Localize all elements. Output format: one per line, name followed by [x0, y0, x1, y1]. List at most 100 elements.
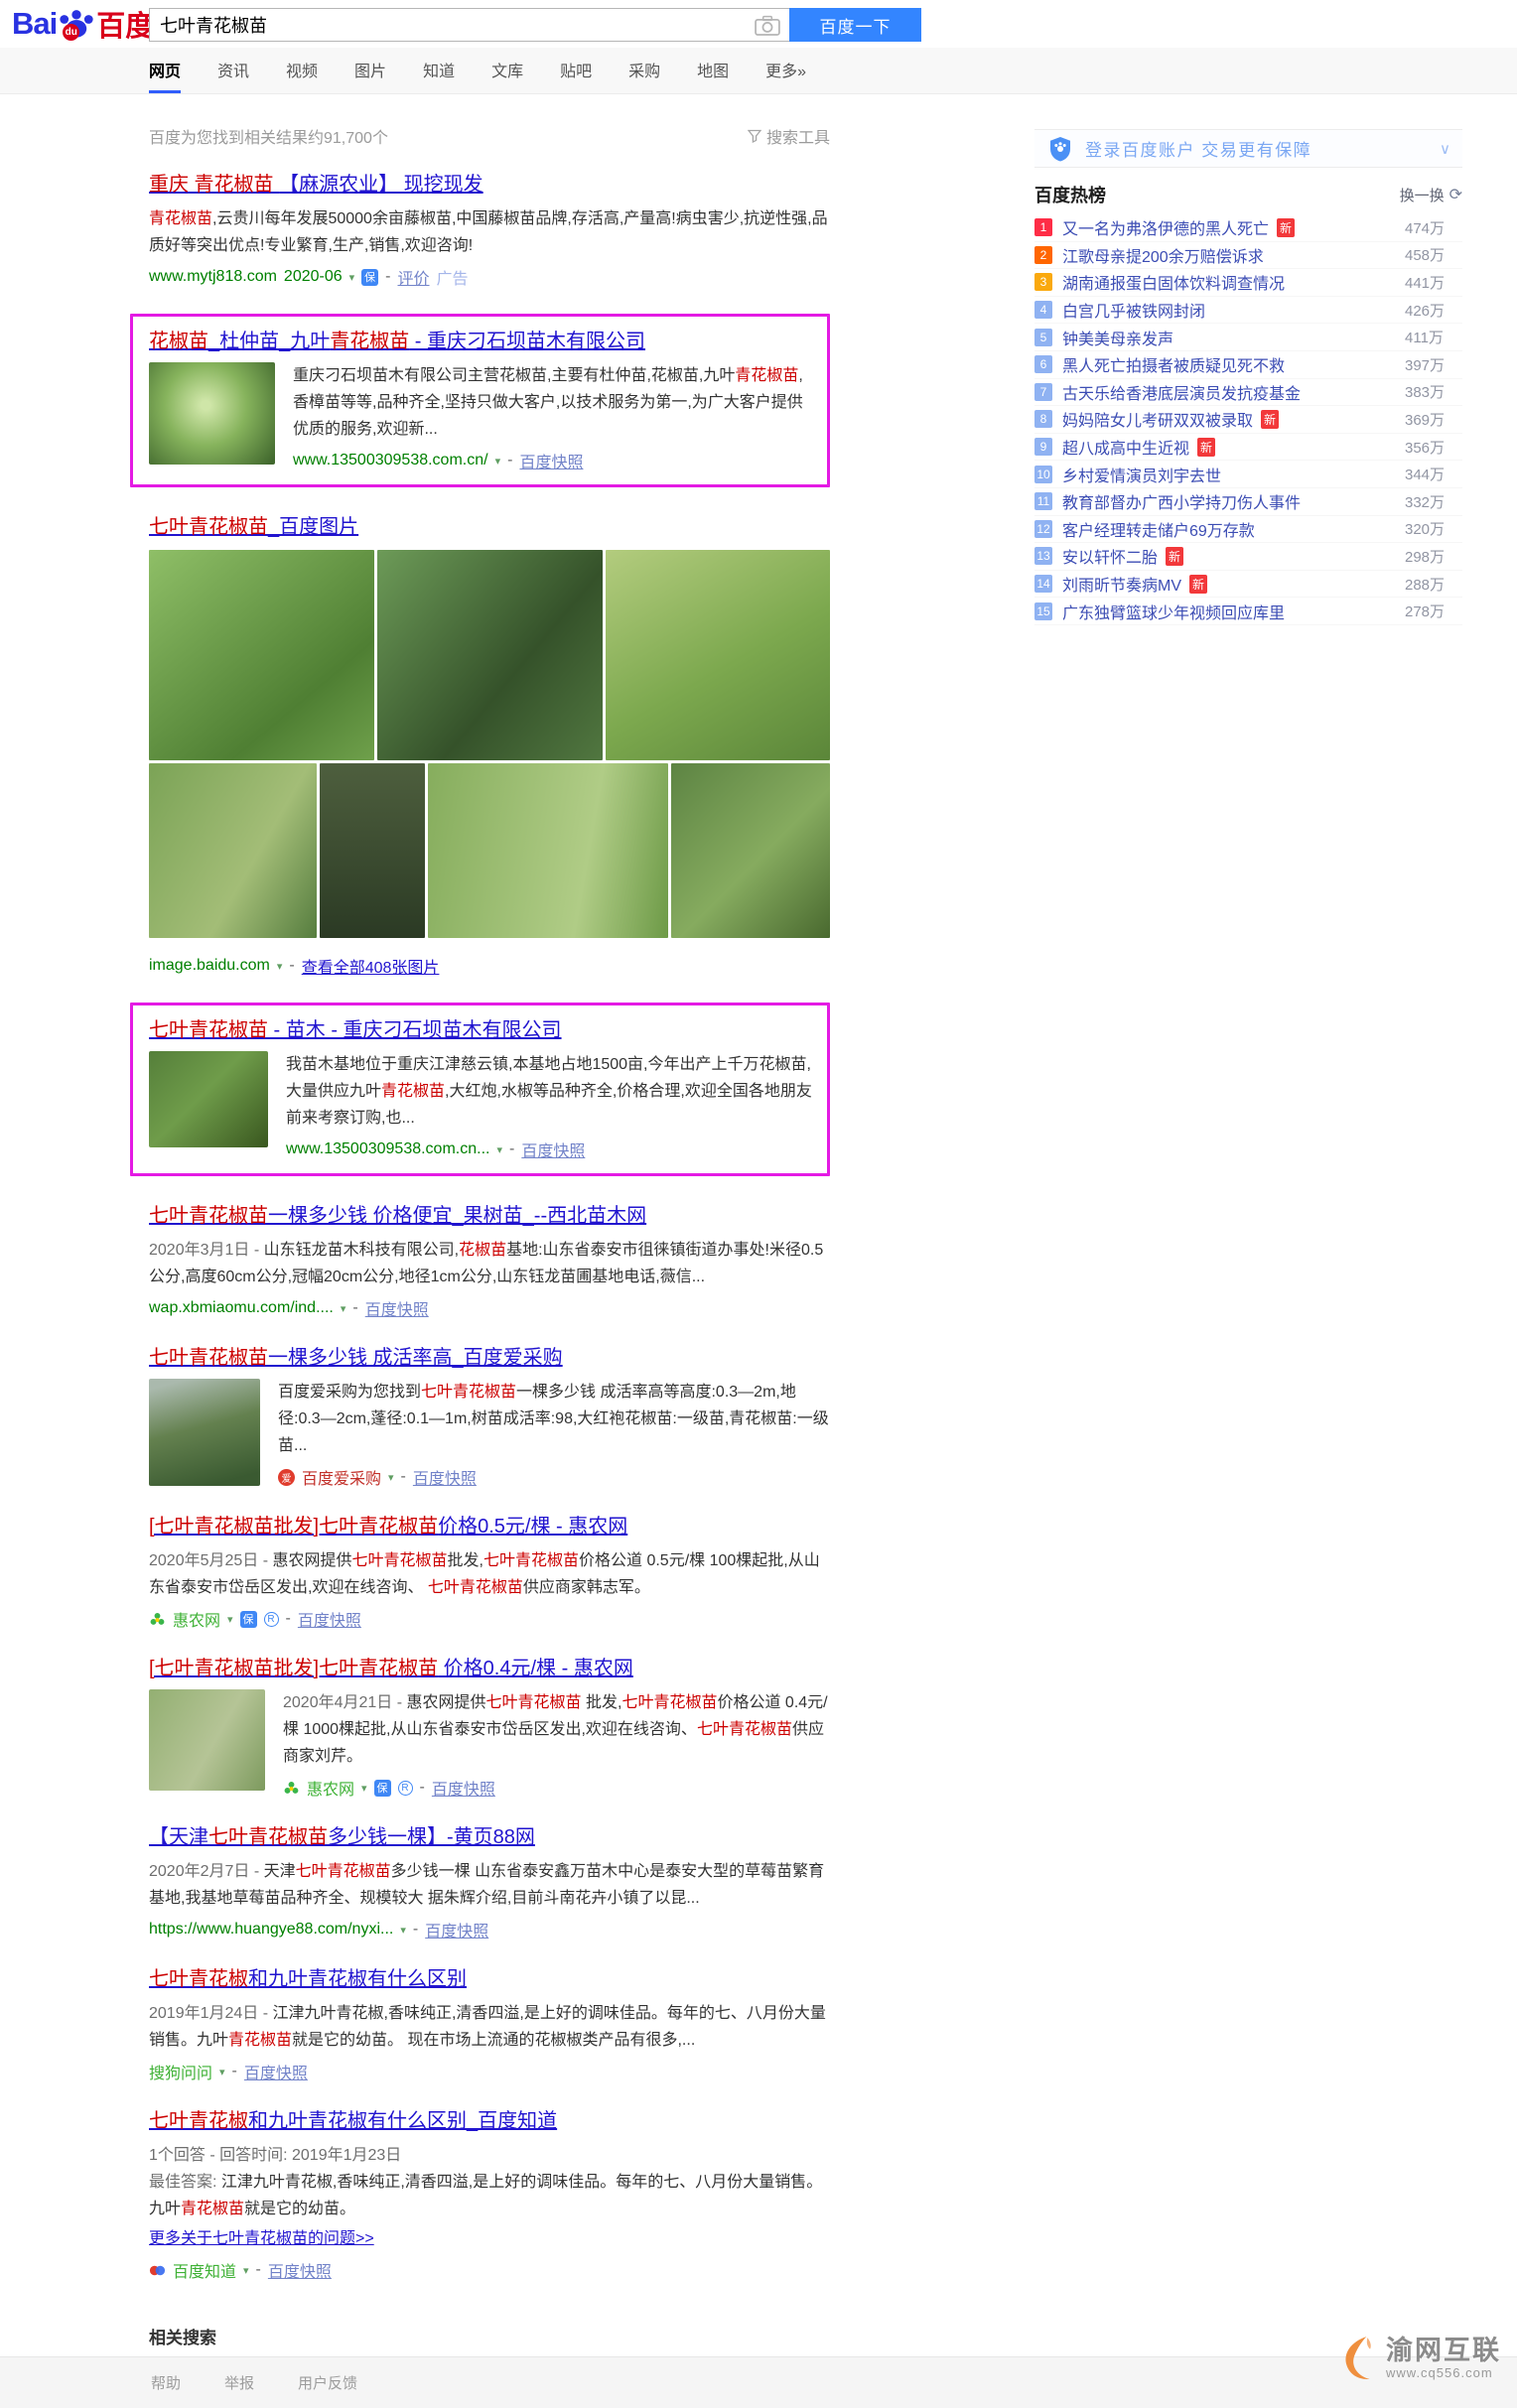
hot-item-count: 458万: [1405, 247, 1446, 265]
hot-item-link[interactable]: 安以轩怀二胎: [1062, 544, 1158, 568]
tab-1[interactable]: 资讯: [217, 58, 249, 93]
dropdown-arrow-icon[interactable]: ▾: [227, 1613, 233, 1626]
baidu-snapshot-link[interactable]: 百度快照: [365, 1296, 429, 1320]
hot-list-item[interactable]: 10 乡村爱情演员刘宇去世 344万: [1034, 461, 1462, 488]
login-banner[interactable]: 登录百度账户 交易更有保障 ∨: [1034, 129, 1462, 168]
hot-item-link[interactable]: 黑人死亡拍摄者被质疑见死不救: [1062, 352, 1285, 376]
image-grid-thumbnail[interactable]: [606, 550, 830, 760]
footer-link[interactable]: 举报: [224, 2372, 254, 2393]
footer-link[interactable]: 帮助: [151, 2372, 181, 2393]
hot-list-item[interactable]: 13 安以轩怀二胎新 298万: [1034, 543, 1462, 571]
hot-item-link[interactable]: 江歌母亲提200余万赔偿诉求: [1062, 243, 1264, 267]
baidu-snapshot-link[interactable]: 评价: [398, 265, 430, 289]
dropdown-arrow-icon[interactable]: ▾: [400, 1924, 406, 1937]
more-questions-link[interactable]: 更多关于七叶青花椒苗的问题>>: [149, 2225, 374, 2252]
search-input[interactable]: [150, 9, 789, 41]
baidu-snapshot-link[interactable]: 百度快照: [519, 449, 583, 472]
dropdown-arrow-icon[interactable]: ▾: [277, 960, 283, 973]
hot-list-item[interactable]: 9 超八成高中生近视新 356万: [1034, 434, 1462, 462]
view-all-images-link[interactable]: 查看全部408张图片: [302, 954, 440, 978]
hot-item-link[interactable]: 超八成高中生近视: [1062, 435, 1189, 459]
tab-8[interactable]: 地图: [697, 58, 729, 93]
search-tools[interactable]: 搜索工具: [747, 124, 830, 148]
baidu-snapshot-link[interactable]: 百度快照: [268, 2258, 332, 2282]
hot-item-link[interactable]: 湖南通报蛋白固体饮料调查情况: [1062, 270, 1285, 294]
image-grid-thumbnail[interactable]: [149, 763, 318, 938]
result-thumbnail[interactable]: [149, 1051, 268, 1147]
result-title-link[interactable]: [七叶青花椒苗批发]七叶青花椒苗 价格0.4元/棵 - 惠农网: [149, 1656, 633, 1681]
hot-list-item[interactable]: 14 刘雨昕节奏病MV 新 288万: [1034, 571, 1462, 599]
hot-item-link[interactable]: 乡村爱情演员刘宇去世: [1062, 463, 1221, 486]
tab-active-webpage[interactable]: 网页: [149, 58, 182, 93]
image-grid-thumbnail[interactable]: [427, 763, 668, 938]
hot-item-link[interactable]: 钟美美母亲发声: [1062, 326, 1173, 349]
tab-3[interactable]: 图片: [354, 58, 386, 93]
hot-list-item[interactable]: 3 湖南通报蛋白固体饮料调查情况 441万: [1034, 269, 1462, 297]
highlighted-keyword: 七叶青花椒苗: [621, 1694, 718, 1711]
baidu-logo[interactable]: Bai du 百度: [12, 4, 154, 44]
hot-list-item[interactable]: 8 妈妈陪女儿考研双双被录取新 369万: [1034, 406, 1462, 434]
baidu-snapshot-link[interactable]: 百度快照: [425, 1918, 488, 1941]
baidu-snapshot-link[interactable]: 百度快照: [413, 1465, 477, 1489]
dropdown-arrow-icon[interactable]: ▾: [341, 1302, 346, 1315]
result-title-link[interactable]: 七叶青花椒苗_百度图片: [149, 514, 358, 540]
tab-9[interactable]: 更多»: [765, 58, 806, 93]
hot-item-link[interactable]: 刘雨昕节奏病MV: [1062, 572, 1181, 596]
result-title-link[interactable]: 七叶青花椒苗 - 苗木 - 重庆刁石坝苗木有限公司: [149, 1017, 562, 1043]
hot-list-item[interactable]: 12 客户经理转走储户69万存款 320万: [1034, 516, 1462, 544]
hot-item-link[interactable]: 妈妈陪女儿考研双双被录取: [1062, 407, 1253, 431]
baidu-snapshot-link[interactable]: 百度快照: [432, 1776, 495, 1800]
hot-list-item[interactable]: 6 黑人死亡拍摄者被质疑见死不救 397万: [1034, 351, 1462, 379]
hot-item-link[interactable]: 教育部督办广西小学持刀伤人事件: [1062, 489, 1301, 513]
camera-search-icon[interactable]: [755, 15, 780, 37]
result-title-link[interactable]: 【天津七叶青花椒苗多少钱一棵】-黄页88网: [149, 1824, 535, 1850]
hot-list-item[interactable]: 7 古天乐给香港底层演员发抗疫基金 383万: [1034, 379, 1462, 407]
hot-list-refresh[interactable]: 换一换 ⟳: [1400, 185, 1462, 205]
result-title-link[interactable]: 七叶青花椒苗一棵多少钱 成活率高_百度爱采购: [149, 1345, 563, 1371]
hot-list-item[interactable]: 1 又一名为弗洛伊德的黑人死亡新 474万: [1034, 214, 1462, 242]
chevron-down-icon[interactable]: ∨: [1440, 140, 1450, 158]
tab-5[interactable]: 文库: [491, 58, 523, 93]
dropdown-arrow-icon[interactable]: ▾: [349, 271, 355, 284]
result-title-link[interactable]: 花椒苗_杜仲苗_九叶青花椒苗 - 重庆刁石坝苗木有限公司: [149, 329, 645, 354]
search-button[interactable]: 百度一下: [789, 8, 921, 42]
hot-list-item[interactable]: 2 江歌母亲提200余万赔偿诉求 458万: [1034, 242, 1462, 270]
baidu-snapshot-link[interactable]: 百度快照: [298, 1607, 361, 1631]
hot-list-item[interactable]: 11 教育部督办广西小学持刀伤人事件 332万: [1034, 488, 1462, 516]
tab-4[interactable]: 知道: [423, 58, 455, 93]
dropdown-arrow-icon[interactable]: ▾: [219, 2066, 225, 2078]
tab-7[interactable]: 采购: [628, 58, 660, 93]
hot-item-link[interactable]: 古天乐给香港底层演员发抗疫基金: [1062, 380, 1301, 404]
hot-list-item[interactable]: 4 白宫几乎被铁网封闭 426万: [1034, 297, 1462, 325]
image-grid-thumbnail[interactable]: [149, 550, 374, 760]
hot-item-link[interactable]: 白宫几乎被铁网封闭: [1062, 298, 1205, 322]
dropdown-arrow-icon[interactable]: ▾: [388, 1471, 394, 1484]
result-title-link[interactable]: 七叶青花椒苗一棵多少钱 价格便宜_果树苗_--西北苗木网: [149, 1203, 646, 1229]
image-grid-thumbnail[interactable]: [377, 550, 603, 760]
result-meta-line: 惠农网 ▾ 保 R - 百度快照: [283, 1776, 830, 1800]
hot-item-link[interactable]: 客户经理转走储户69万存款: [1062, 517, 1255, 541]
result-title-link[interactable]: 重庆 青花椒苗 【麻源农业】 现挖现发: [149, 172, 483, 198]
result-thumbnail[interactable]: [149, 362, 275, 465]
image-grid-thumbnail[interactable]: [670, 763, 830, 938]
result-thumbnail[interactable]: [149, 1379, 260, 1486]
baidu-snapshot-link[interactable]: 百度快照: [521, 1137, 585, 1161]
result-thumbnail[interactable]: [149, 1689, 265, 1791]
separator: -: [509, 1140, 515, 1157]
tab-6[interactable]: 贴吧: [560, 58, 592, 93]
dropdown-arrow-icon[interactable]: ▾: [496, 1143, 502, 1156]
dropdown-arrow-icon[interactable]: ▾: [361, 1782, 367, 1795]
hot-list-item[interactable]: 5 钟美美母亲发声 411万: [1034, 324, 1462, 351]
footer-link[interactable]: 用户反馈: [298, 2372, 357, 2393]
hot-item-link[interactable]: 又一名为弗洛伊德的黑人死亡: [1062, 215, 1269, 239]
result-title-link[interactable]: 七叶青花椒和九叶青花椒有什么区别: [149, 1966, 467, 1992]
tab-2[interactable]: 视频: [286, 58, 318, 93]
result-title-link[interactable]: 七叶青花椒和九叶青花椒有什么区别_百度知道: [149, 2108, 557, 2134]
baidu-snapshot-link[interactable]: 百度快照: [244, 2060, 308, 2083]
image-grid-thumbnail[interactable]: [320, 763, 425, 938]
hot-item-link[interactable]: 广东独臂篮球少年视频回应库里: [1062, 600, 1285, 623]
hot-list-item[interactable]: 15 广东独臂篮球少年视频回应库里 278万: [1034, 598, 1462, 625]
dropdown-arrow-icon[interactable]: ▾: [243, 2264, 249, 2277]
result-title-link[interactable]: [七叶青花椒苗批发]七叶青花椒苗价格0.5元/棵 - 惠农网: [149, 1514, 627, 1539]
dropdown-arrow-icon[interactable]: ▾: [495, 455, 501, 468]
